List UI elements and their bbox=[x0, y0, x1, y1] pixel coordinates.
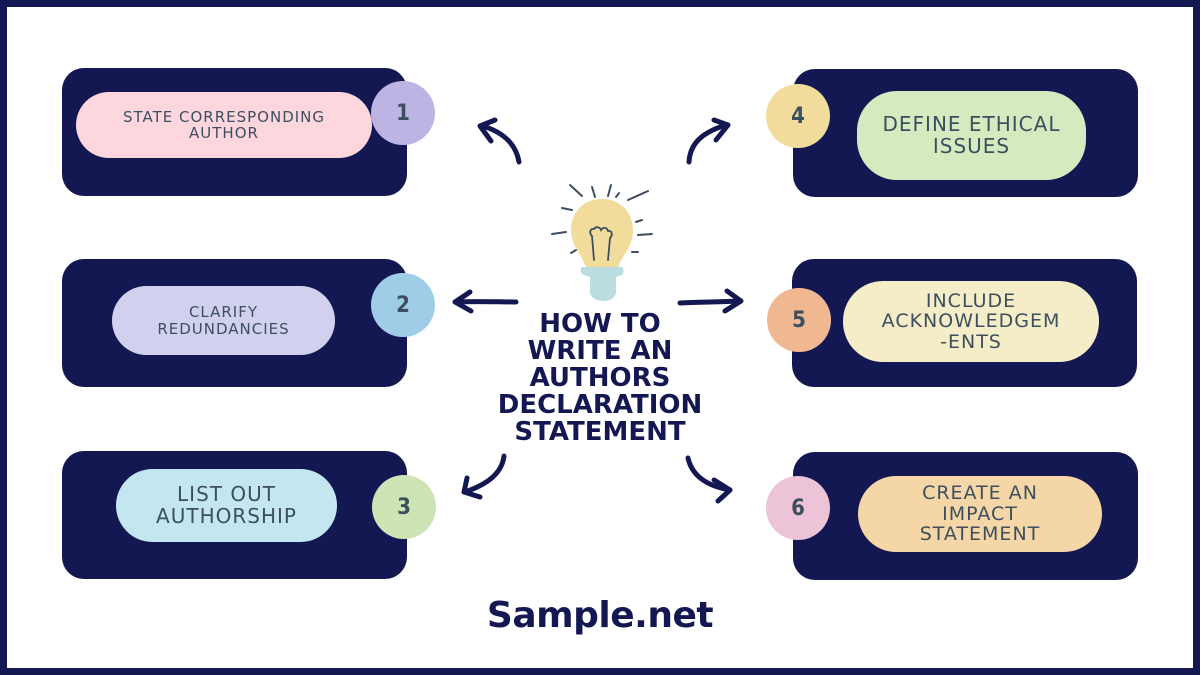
bulb-base bbox=[580, 267, 624, 301]
title-line: HOW TO bbox=[539, 309, 661, 339]
arrow-to-step-2 bbox=[452, 289, 519, 314]
arrow-to-step-5 bbox=[677, 288, 744, 314]
arrow-to-step-4 bbox=[686, 117, 731, 165]
arrow-to-step-3 bbox=[461, 453, 507, 500]
brand-logo[interactable]: Sample.net bbox=[400, 595, 800, 636]
arrow-to-step-6 bbox=[685, 455, 733, 504]
arrow-to-step-1 bbox=[477, 117, 522, 165]
title-line: WRITE AN bbox=[527, 336, 673, 366]
title-line: DECLARATION bbox=[497, 390, 703, 420]
infographic-title: HOW TO WRITE AN AUTHORS DECLARATION STAT… bbox=[460, 311, 740, 446]
title-line: STATEMENT bbox=[514, 417, 686, 447]
bulb-glass bbox=[571, 199, 633, 270]
title-line: AUTHORS bbox=[529, 363, 671, 393]
lightbulb-icon bbox=[551, 184, 653, 301]
